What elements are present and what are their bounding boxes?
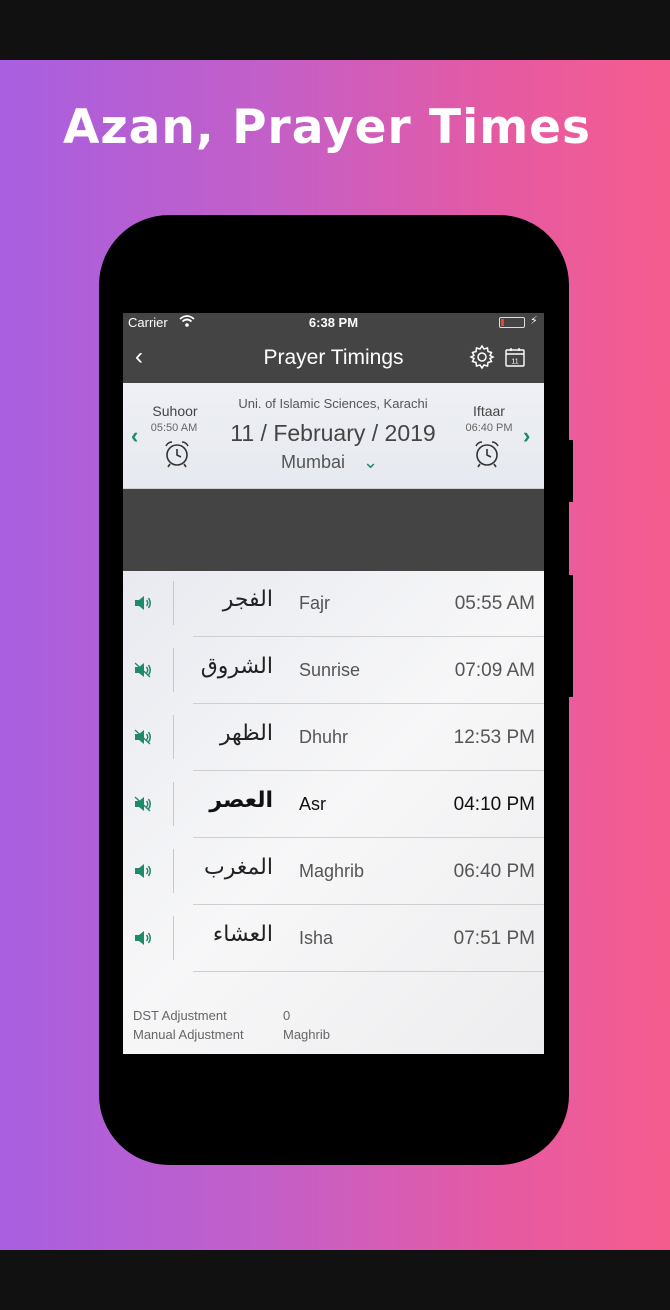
prayer-name: Maghrib [299, 861, 365, 881]
row-divider [173, 581, 174, 625]
row-divider [173, 916, 174, 960]
speaker-icon[interactable] [133, 795, 153, 813]
phone-side-button [567, 575, 573, 697]
svg-text:11: 11 [511, 359, 518, 366]
speaker-icon[interactable] [133, 728, 153, 746]
prayer-row-dhuhr[interactable]: الظهر Dhuhr 12:53 PM [123, 715, 544, 782]
row-separator [193, 636, 544, 637]
suhoor-alarm-icon[interactable] [162, 439, 192, 469]
prayer-time: 12:53 PM [453, 727, 535, 748]
prayer-arabic-name: الظهر [219, 721, 273, 746]
prayer-row-isha[interactable]: العشاء Isha 07:51 PM [123, 916, 544, 983]
iftaar-label: Iftaar [473, 403, 505, 419]
chevron-down-icon[interactable]: ⌄ [363, 452, 378, 473]
prayer-name: Dhuhr [299, 727, 349, 747]
ad-banner[interactable] [123, 489, 544, 571]
calendar-icon[interactable]: 11 [504, 346, 526, 368]
row-divider [173, 849, 174, 893]
app-screen: Carrier 6:38 PM ⚡ ‹ Prayer Timings 11 ‹ … [123, 313, 544, 1054]
prayer-name: Sunrise [299, 660, 361, 680]
manual-adjustment-label: Manual Adjustment [133, 1027, 244, 1042]
row-separator [193, 837, 544, 838]
prayer-name: Fajr [299, 593, 330, 613]
previous-day-button[interactable]: ‹ [131, 423, 138, 449]
prayer-time: 07:51 PM [453, 928, 535, 949]
dst-label: DST Adjustment [133, 1008, 227, 1023]
row-divider [173, 715, 174, 759]
battery-icon [499, 317, 525, 328]
promo-title: Azan, Prayer Times [62, 100, 592, 155]
speaker-icon[interactable] [133, 594, 153, 612]
iftaar-time: 06:40 PM [465, 422, 513, 434]
suhoor-time: 05:50 AM [150, 422, 198, 434]
prayer-arabic-name: الشروق [200, 654, 273, 679]
prayer-row-asr[interactable]: العصر Asr 04:10 PM [123, 782, 544, 849]
prayer-arabic-name: المغرب [204, 855, 273, 880]
prayer-row-maghrib[interactable]: المغرب Maghrib 06:40 PM [123, 849, 544, 916]
speaker-icon[interactable] [133, 862, 153, 880]
gear-icon[interactable] [469, 344, 495, 370]
prayer-time: 05:55 AM [454, 593, 535, 614]
row-divider [173, 782, 174, 826]
speaker-icon[interactable] [133, 929, 153, 947]
iftaar-alarm-icon[interactable] [472, 439, 502, 469]
speaker-icon[interactable] [133, 661, 153, 679]
city-selector[interactable]: Mumbai [213, 452, 413, 473]
prayer-arabic-name: الفجر [222, 587, 273, 612]
charging-icon: ⚡ [530, 315, 538, 327]
row-separator [193, 971, 544, 972]
row-separator [193, 703, 544, 704]
status-time: 6:38 PM [308, 315, 359, 330]
prayer-arabic-name: العشاء [212, 922, 273, 947]
date-header: ‹ › Suhoor 05:50 AM Uni. of Islamic Scie… [123, 383, 544, 489]
top-band [0, 0, 670, 60]
prayer-time: 04:10 PM [453, 794, 535, 815]
nav-bar: ‹ Prayer Timings 11 [123, 333, 544, 383]
row-separator [193, 770, 544, 771]
row-separator [193, 904, 544, 905]
suhoor-label: Suhoor [152, 403, 198, 419]
status-bar: Carrier 6:38 PM ⚡ [123, 313, 544, 333]
bottom-band [0, 1250, 670, 1310]
calculation-method: Uni. of Islamic Sciences, Karachi [238, 396, 428, 411]
next-day-button[interactable]: › [523, 423, 530, 449]
prayer-name: Asr [299, 794, 326, 814]
current-date[interactable]: 11 / February / 2019 [213, 420, 453, 447]
phone-side-button [567, 440, 573, 502]
prayer-row-fajr[interactable]: الفجر Fajr 05:55 AM [123, 581, 544, 648]
prayer-arabic-name: العصر [209, 788, 273, 813]
prayer-time: 07:09 AM [454, 660, 535, 681]
manual-adjustment-value: Maghrib [283, 1027, 330, 1042]
row-divider [173, 648, 174, 692]
prayer-row-sunrise[interactable]: الشروق Sunrise 07:09 AM [123, 648, 544, 715]
prayer-name: Isha [299, 928, 334, 948]
prayer-list: الفجر Fajr 05:55 AM الشروق Sunrise 07:09 AM ال… [123, 571, 544, 1054]
dst-value: 0 [283, 1008, 291, 1023]
prayer-time: 06:40 PM [453, 861, 535, 882]
